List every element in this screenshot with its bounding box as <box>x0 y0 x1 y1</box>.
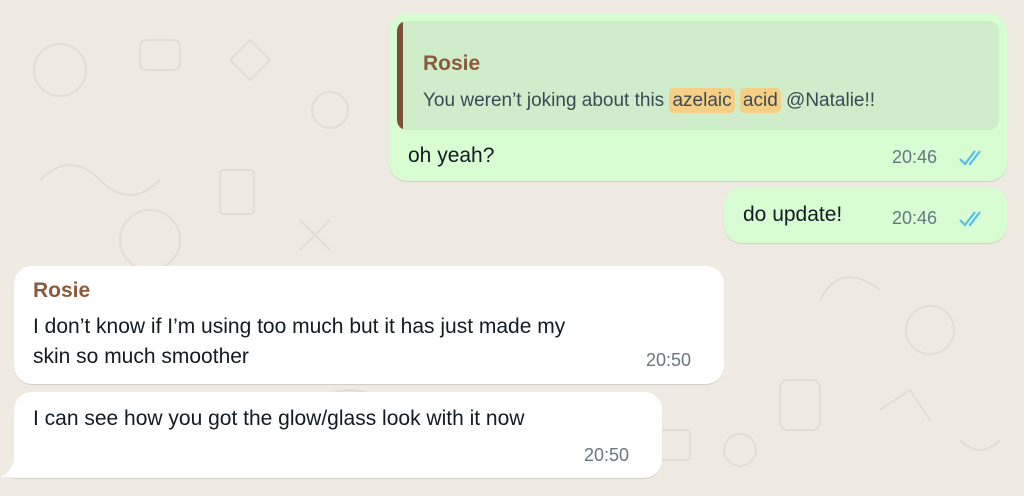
message-timestamp: 20:50 <box>646 350 692 370</box>
reply-quote-text: You weren’t joking about this azelaic ac… <box>423 85 875 117</box>
message-text-line-2: skin so much smoother <box>33 345 249 368</box>
reply-quote-bar <box>397 21 403 130</box>
incoming-message[interactable]: I can see how you got the glow/glass loo… <box>14 392 662 478</box>
message-timestamp: 20:46 <box>892 208 938 228</box>
outgoing-message[interactable]: do update! 20:46 <box>724 187 1007 243</box>
message-timestamp: 20:46 <box>892 147 938 167</box>
reply-quote[interactable]: Rosie You weren’t joking about this azel… <box>397 21 999 130</box>
reply-text-before: You weren’t joking about this <box>423 90 670 111</box>
outgoing-message-with-reply[interactable]: Rosie You weren’t joking about this azel… <box>389 13 1007 181</box>
reply-sender-name: Rosie <box>423 52 481 75</box>
mention-natalie[interactable]: @Natalie!! <box>786 90 875 111</box>
message-text: do update! <box>743 203 843 226</box>
incoming-message[interactable]: Rosie I don’t know if I’m using too much… <box>14 266 724 384</box>
sender-name[interactable]: Rosie <box>33 279 90 303</box>
message-text: I can see how you got the glow/glass loo… <box>33 407 525 430</box>
double-check-icon <box>959 150 981 166</box>
message-text-line-1: I don’t know if I’m using too much but i… <box>33 315 566 338</box>
search-highlight-acid: acid <box>739 88 781 113</box>
double-check-icon <box>959 211 981 227</box>
message-timestamp: 20:50 <box>584 445 630 465</box>
search-highlight-azelaic: azelaic <box>669 88 735 113</box>
message-text: oh yeah? <box>408 144 495 167</box>
